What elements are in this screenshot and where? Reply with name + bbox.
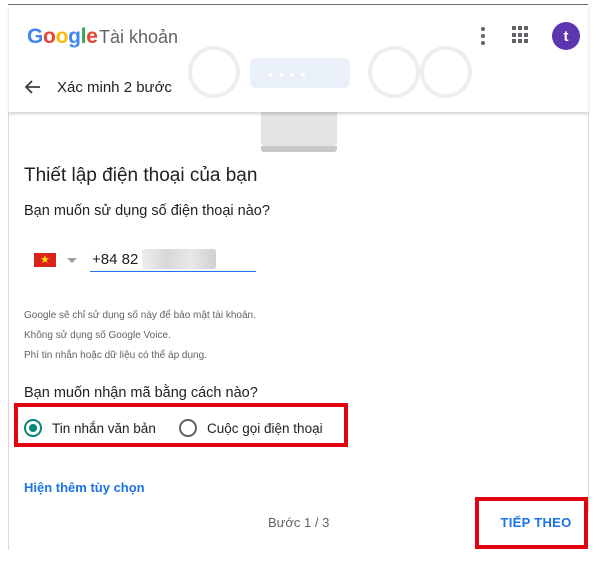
phone-notes: Google sẽ chỉ sử dụng số này để bảo mật …: [24, 306, 256, 366]
more-vert-icon[interactable]: [479, 25, 487, 47]
illustration-circle: [420, 46, 472, 98]
next-button[interactable]: TIẾP THEO: [497, 510, 575, 534]
google-logo[interactable]: Google: [27, 25, 98, 49]
arrow-back-icon[interactable]: [23, 77, 43, 97]
card-right-border: [588, 112, 589, 512]
illustration-circle: [188, 46, 240, 98]
card-left-border: [8, 112, 9, 550]
phone-question: Bạn muốn sử dụng số điện thoại nào?: [24, 203, 270, 219]
radio-label: Cuộc gọi điện thoại: [207, 420, 323, 436]
phone-illustration-base: [261, 146, 337, 152]
illustration-circle: [368, 46, 420, 98]
page-subtitle: Xác minh 2 bước: [57, 79, 172, 96]
note-line: Google sẽ chỉ sử dụng số này để bảo mật …: [24, 310, 256, 321]
radio-text-message[interactable]: Tin nhắn văn bản: [24, 417, 156, 439]
phone-input[interactable]: +84 82: [90, 249, 256, 272]
note-line: Phí tin nhắn hoặc dữ liệu có thể áp dụng…: [24, 350, 207, 361]
show-more-options-link[interactable]: Hiện thêm tùy chọn: [24, 480, 145, 495]
phone-input-value: +84 82: [92, 251, 139, 268]
country-dropdown-icon[interactable]: [67, 258, 77, 263]
vietnam-flag-icon[interactable]: ★: [34, 253, 56, 267]
note-line: Không sử dụng số Google Voice.: [24, 330, 171, 341]
apps-icon[interactable]: [512, 26, 530, 44]
product-name: Tài khoản: [99, 27, 179, 47]
phone-illustration: [261, 112, 337, 146]
step-indicator: Bước 1 / 3: [268, 515, 330, 530]
phone-redacted: [142, 249, 216, 269]
illustration-dots: ••••: [268, 66, 312, 82]
avatar[interactable]: t: [552, 22, 580, 50]
radio-unchecked-icon[interactable]: [179, 419, 197, 437]
method-question: Bạn muốn nhận mã bằng cách nào?: [24, 385, 258, 401]
page-title: Thiết lập điện thoại của bạn: [24, 165, 258, 186]
radio-phone-call[interactable]: Cuộc gọi điện thoại: [179, 417, 323, 439]
radio-checked-icon[interactable]: [24, 419, 42, 437]
radio-label: Tin nhắn văn bản: [52, 420, 156, 436]
